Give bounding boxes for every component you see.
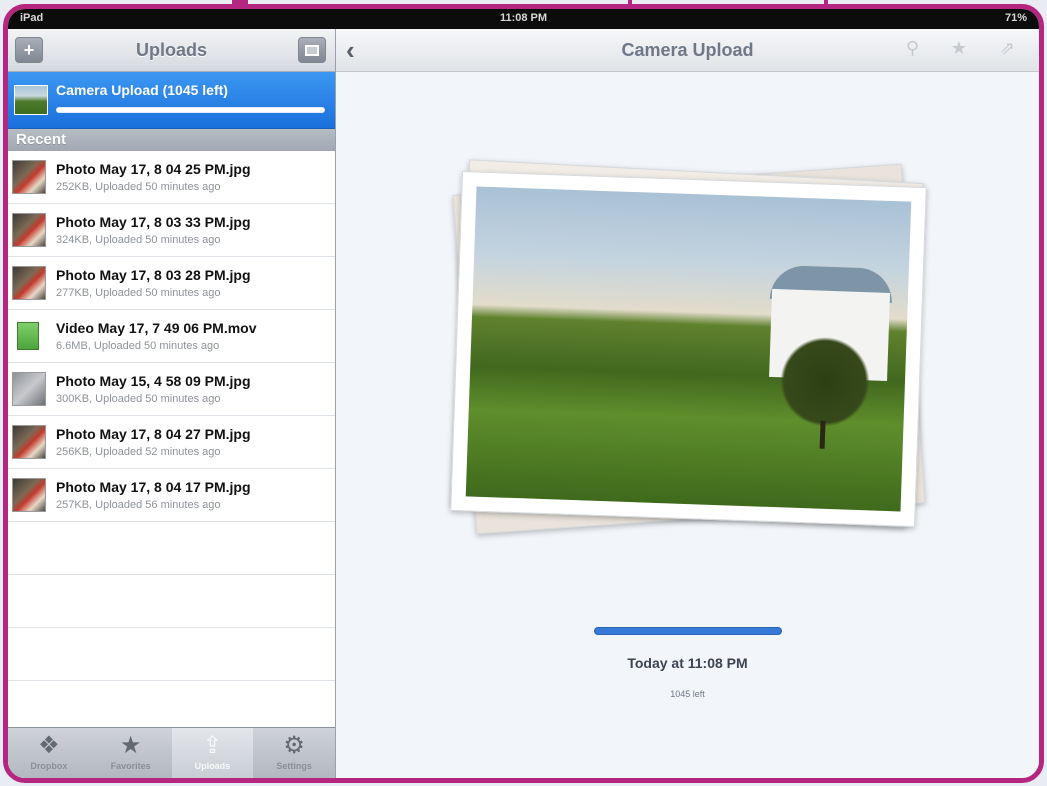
file-meta: 6.6MB, Uploaded 50 minutes ago bbox=[56, 340, 220, 352]
empty-row bbox=[8, 628, 335, 681]
favorite-icon[interactable]: ★ bbox=[951, 38, 967, 59]
tab-label: Uploads bbox=[194, 761, 231, 771]
photo-icon bbox=[305, 45, 319, 56]
upload-status-time: Today at 11:08 PM bbox=[627, 655, 748, 671]
sidebar-header: + Uploads bbox=[8, 29, 335, 72]
file-row[interactable]: Video May 17, 7 49 06 PM.mov 6.6MB, Uploa… bbox=[8, 310, 335, 363]
device-frame: iPad 11:08 PM 71% + Uploads Camera Uploa… bbox=[3, 4, 1044, 783]
upload-icon: ⇪ bbox=[202, 732, 223, 759]
star-icon: ★ bbox=[119, 732, 142, 759]
file-name: Photo May 17, 8 04 17 PM.jpg bbox=[56, 479, 251, 495]
tab-label: Favorites bbox=[110, 761, 151, 771]
battery-label: 71% bbox=[1004, 12, 1027, 24]
tab-dropbox[interactable]: ❖ Dropbox bbox=[8, 728, 90, 778]
camera-upload-thumbnail bbox=[14, 85, 48, 115]
file-row[interactable]: Photo May 17, 8 03 28 PM.jpg 277KB, Uploa… bbox=[8, 257, 335, 310]
file-name: Photo May 17, 8 03 28 PM.jpg bbox=[56, 267, 251, 283]
file-name: Photo May 17, 8 04 27 PM.jpg bbox=[56, 426, 251, 442]
file-meta: 257KB, Uploaded 56 minutes ago bbox=[56, 499, 221, 511]
file-meta: 256KB, Uploaded 52 minutes ago bbox=[56, 446, 221, 458]
photo-thumbnail bbox=[12, 478, 46, 512]
camera-upload-progress bbox=[56, 107, 325, 113]
tab-settings[interactable]: ⚙ Settings bbox=[253, 728, 335, 778]
file-row[interactable]: Photo May 17, 8 04 25 PM.jpg 252KB, Uploa… bbox=[8, 151, 335, 204]
file-list: Photo May 17, 8 04 25 PM.jpg 252KB, Uploa… bbox=[8, 151, 335, 522]
file-row[interactable]: Photo May 15, 4 58 09 PM.jpg 300KB, Uploa… bbox=[8, 363, 335, 416]
sidebar: + Uploads Camera Upload (1045 left) Rece… bbox=[8, 29, 336, 778]
tree-trunk bbox=[819, 420, 826, 449]
photo-stack bbox=[446, 149, 936, 549]
photo-thumbnail bbox=[12, 213, 46, 247]
upload-remaining: 1045 left bbox=[670, 689, 705, 699]
video-file-icon bbox=[17, 322, 39, 350]
gear-icon: ⚙ bbox=[283, 732, 305, 759]
tab-label: Settings bbox=[276, 761, 312, 771]
main-header: ‹ Camera Upload ⚲ ★ ⇗ bbox=[336, 29, 1039, 72]
file-meta: 324KB, Uploaded 50 minutes ago bbox=[56, 234, 221, 246]
file-row[interactable]: Photo May 17, 8 04 27 PM.jpg 256KB, Uploa… bbox=[8, 416, 335, 469]
sidebar-title: Uploads bbox=[135, 40, 207, 60]
photo-thumbnail bbox=[12, 266, 46, 300]
file-meta: 252KB, Uploaded 50 minutes ago bbox=[56, 181, 221, 193]
dropbox-icon: ❖ bbox=[38, 732, 60, 759]
file-meta: 300KB, Uploaded 50 minutes ago bbox=[56, 393, 221, 405]
status-time: 11:08 PM bbox=[499, 12, 548, 24]
share-icon[interactable]: ⇗ bbox=[1000, 38, 1015, 59]
photo-library-button[interactable] bbox=[298, 37, 326, 63]
landscape-photo bbox=[465, 186, 912, 512]
file-name: Photo May 17, 8 03 33 PM.jpg bbox=[56, 214, 251, 230]
main-panel: ‹ Camera Upload ⚲ ★ ⇗ Today at 11:08 PM … bbox=[336, 29, 1039, 778]
tab-uploads[interactable]: ⇪ Uploads bbox=[171, 728, 254, 778]
empty-row bbox=[8, 575, 335, 628]
upload-progress-bar bbox=[594, 627, 782, 635]
file-name: Photo May 15, 4 58 09 PM.jpg bbox=[56, 373, 251, 389]
file-row[interactable]: Photo May 17, 8 04 17 PM.jpg 257KB, Uploa… bbox=[8, 469, 335, 522]
main-title: Camera Upload bbox=[621, 40, 754, 60]
tab-label: Dropbox bbox=[30, 761, 68, 771]
camera-upload-label: Camera Upload (1045 left) bbox=[56, 82, 228, 98]
photo-card-front bbox=[450, 170, 927, 528]
file-row[interactable]: Photo May 17, 8 03 33 PM.jpg 324KB, Uploa… bbox=[8, 204, 335, 257]
section-header-recent: Recent bbox=[8, 129, 335, 151]
tab-favorites[interactable]: ★ Favorites bbox=[90, 728, 172, 778]
status-bar: iPad 11:08 PM 71% bbox=[8, 9, 1039, 29]
camera-upload-row[interactable]: Camera Upload (1045 left) bbox=[8, 72, 335, 129]
file-name: Video May 17, 7 49 06 PM.mov bbox=[56, 320, 257, 336]
tab-bar: ❖ Dropbox ★ Favorites ⇪ Uploads ⚙ Settings bbox=[8, 727, 335, 778]
photo-thumbnail bbox=[12, 160, 46, 194]
empty-row bbox=[8, 522, 335, 575]
file-name: Photo May 17, 8 04 25 PM.jpg bbox=[56, 161, 251, 177]
photo-thumbnail bbox=[12, 372, 46, 406]
photo-thumbnail bbox=[12, 425, 46, 459]
link-icon[interactable]: ⚲ bbox=[906, 38, 919, 59]
file-meta: 277KB, Uploaded 50 minutes ago bbox=[56, 287, 221, 299]
